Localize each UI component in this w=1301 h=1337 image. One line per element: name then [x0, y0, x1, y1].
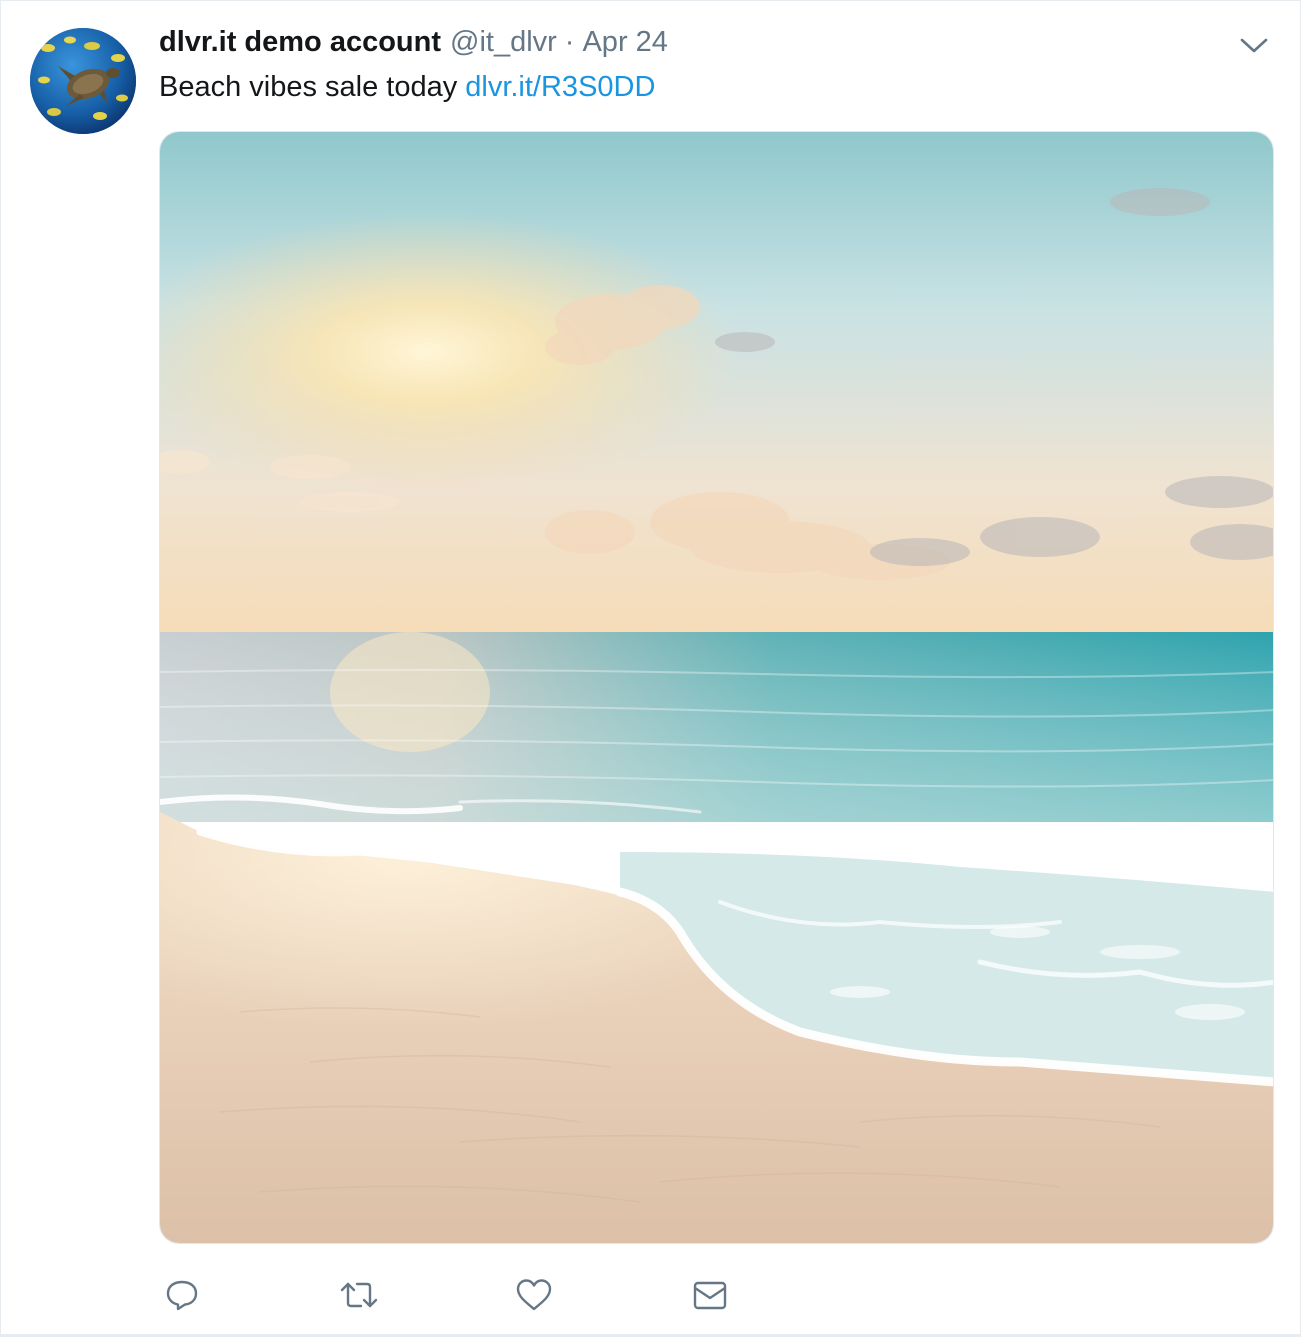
chevron-down-icon	[1240, 38, 1268, 53]
heart-icon	[516, 1279, 552, 1311]
tweet-header: dlvr.it demo account @it_dlvr · Apr 24	[159, 26, 668, 62]
tweet-media-photo[interactable]	[159, 131, 1274, 1244]
tweet-card[interactable]: dlvr.it demo account @it_dlvr · Apr 24 B…	[0, 0, 1301, 1337]
retweet-button[interactable]	[337, 1273, 381, 1317]
direct-message-button[interactable]	[688, 1273, 732, 1317]
sea-turtle-icon	[30, 28, 136, 134]
tweet-body: Beach vibes sale today	[159, 71, 458, 103]
tweet-actions	[1, 1273, 1300, 1317]
tweet-text: Beach vibes sale today dlvr.it/R3S0DD	[159, 71, 655, 104]
author-handle[interactable]: @it_dlvr	[450, 26, 557, 59]
like-button[interactable]	[512, 1273, 556, 1317]
header-separator: ·	[564, 26, 575, 58]
more-options-button[interactable]	[1237, 31, 1271, 59]
beach-sunset-image	[160, 132, 1273, 1243]
tweet-timestamp[interactable]: Apr 24	[582, 26, 667, 59]
reply-button[interactable]	[160, 1273, 204, 1317]
reply-icon	[166, 1280, 198, 1311]
author-display-name[interactable]: dlvr.it demo account	[159, 26, 441, 59]
author-avatar[interactable]	[30, 28, 136, 134]
tweet-link[interactable]: dlvr.it/R3S0DD	[465, 71, 655, 103]
envelope-icon	[693, 1281, 727, 1310]
retweet-icon	[340, 1282, 378, 1308]
